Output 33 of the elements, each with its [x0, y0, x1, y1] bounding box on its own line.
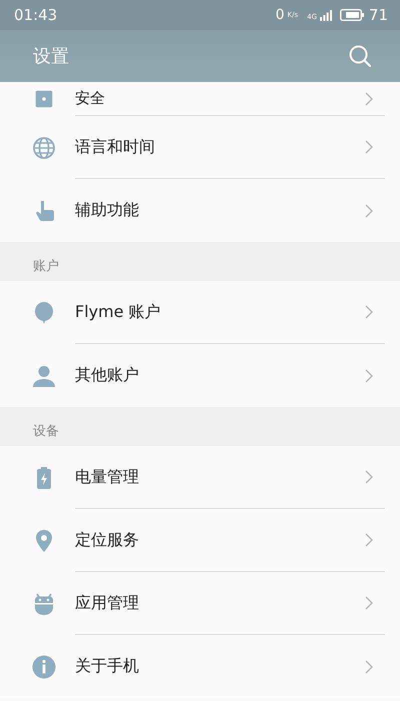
item-label: 应用管理: [75, 592, 139, 614]
globe-icon: [32, 136, 56, 160]
person-icon: [32, 364, 56, 388]
item-label: 辅助功能: [75, 200, 139, 221]
item-label: 关于手机: [75, 656, 139, 677]
item-label: 其他账户: [75, 365, 139, 386]
item-label: Flyme 账户: [75, 302, 161, 322]
battery-level: 71: [368, 6, 388, 24]
item-label: 语言和时间: [75, 136, 155, 158]
info-icon: [32, 654, 56, 678]
chevron-icon: [365, 204, 373, 218]
item-label: 安全: [75, 89, 105, 108]
chevron-icon: [365, 533, 373, 547]
item-label: 电量管理: [75, 466, 139, 488]
chevron-icon: [365, 660, 373, 674]
chevron-icon: [365, 92, 373, 106]
signal-icon: [320, 10, 332, 20]
battery-icon: [340, 9, 364, 21]
balloon-icon: [32, 300, 56, 324]
page-title: 设置: [33, 45, 69, 68]
search-icon[interactable]: [348, 44, 372, 68]
square-icon: [35, 90, 53, 108]
clock: 01:43: [14, 6, 58, 24]
net-speed: 0: [275, 7, 284, 23]
chevron-icon: [365, 140, 373, 154]
section-title: 设备: [33, 423, 59, 440]
item-label: 定位服务: [75, 530, 139, 550]
section-title: 账户: [33, 258, 59, 275]
chevron-icon: [365, 596, 373, 610]
robot-icon: [32, 592, 56, 616]
chevron-icon: [365, 470, 373, 484]
chevron-icon: [365, 305, 373, 319]
chevron-icon: [365, 368, 373, 382]
